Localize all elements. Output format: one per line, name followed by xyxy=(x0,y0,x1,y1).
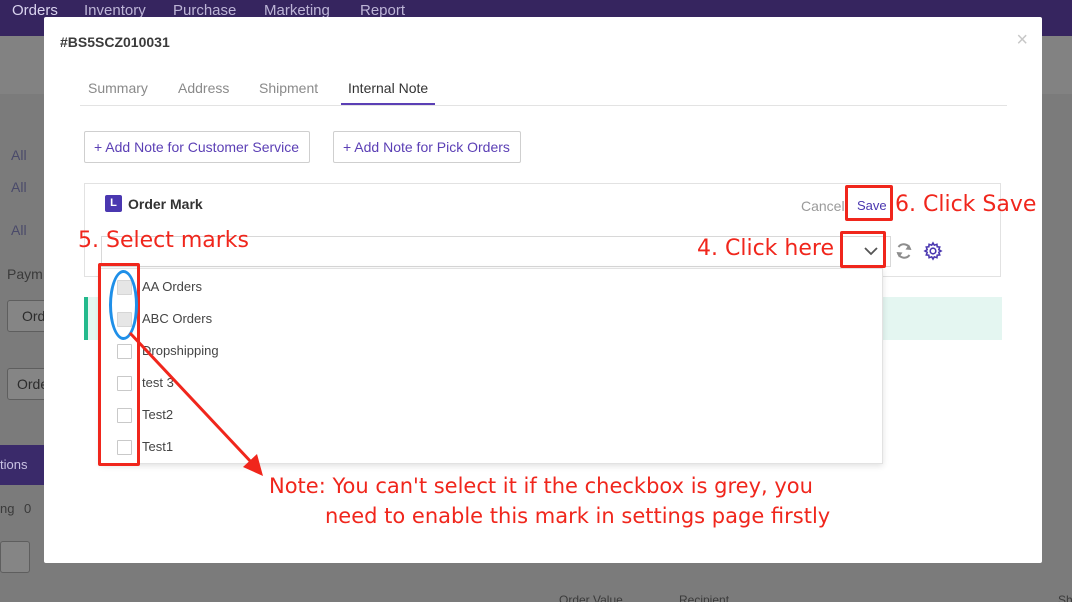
mark-option-test2[interactable]: Test2 xyxy=(101,399,881,431)
mark-option-label: test 3 xyxy=(142,375,174,390)
column-shipping: Sh xyxy=(1058,593,1072,602)
highlight-chevron xyxy=(840,231,886,268)
column-order-value: Order Value xyxy=(559,593,623,602)
background-select[interactable] xyxy=(0,541,30,573)
background-select-value: Ord xyxy=(22,308,46,324)
actions-label: tions xyxy=(0,457,28,472)
order-mark-title: Order Mark xyxy=(128,196,203,212)
gear-icon[interactable] xyxy=(923,241,943,261)
annotation-step-5: 5. Select marks xyxy=(78,228,250,253)
mark-option-aa-orders[interactable]: AA Orders xyxy=(101,271,881,303)
highlight-grey-checkboxes xyxy=(109,270,138,340)
tab-internal-note[interactable]: Internal Note xyxy=(348,80,428,96)
filter-all[interactable]: All xyxy=(11,222,27,238)
cancel-button[interactable]: Cancel xyxy=(801,198,845,214)
mark-option-dropshipping[interactable]: Dropshipping xyxy=(101,335,881,367)
order-number: #BS5SCZ010031 xyxy=(60,34,170,50)
filter-all[interactable]: All xyxy=(11,147,27,163)
annotation-step-4: 4. Click here xyxy=(697,236,834,261)
actions-button[interactable]: tions xyxy=(0,445,45,485)
close-icon[interactable]: × xyxy=(1016,29,1028,52)
highlight-save-button xyxy=(845,185,893,221)
background-select[interactable]: Orde xyxy=(7,368,48,400)
order-mark-dropdown: AA Orders ABC Orders Dropshipping test 3… xyxy=(100,268,883,464)
mark-option-label: ABC Orders xyxy=(142,311,213,326)
mark-option-label: Test1 xyxy=(142,439,174,454)
refresh-icon[interactable] xyxy=(894,241,914,261)
active-tab-indicator xyxy=(341,103,435,105)
annotation-note-line: need to enable this mark in settings pag… xyxy=(325,504,831,528)
column-recipient: Recipient xyxy=(679,593,730,602)
modal-tabs: Summary Address Shipment Internal Note xyxy=(80,73,1007,106)
annotation-note-line: Note: You can't select it if the checkbo… xyxy=(269,474,813,498)
background-select[interactable]: Ord xyxy=(7,300,47,332)
order-mark-logo: L xyxy=(105,195,122,212)
mark-option-label: Dropshipping xyxy=(142,343,219,358)
mark-option-test-3[interactable]: test 3 xyxy=(101,367,881,399)
mark-option-test1[interactable]: Test1 xyxy=(101,431,881,463)
filter-all[interactable]: All xyxy=(11,179,27,195)
add-note-customer-service-button[interactable]: + Add Note for Customer Service xyxy=(84,131,310,163)
paging-count: 0 xyxy=(24,501,32,516)
annotation-note: Note: You can't select it if the checkbo… xyxy=(269,471,830,531)
tab-address[interactable]: Address xyxy=(178,80,229,96)
payment-label: Paym xyxy=(7,266,43,282)
annotation-step-6: 6. Click Save xyxy=(895,192,1037,217)
add-note-pick-orders-button[interactable]: + Add Note for Pick Orders xyxy=(333,131,521,163)
mark-option-label: Test2 xyxy=(142,407,174,422)
mark-option-abc-orders[interactable]: ABC Orders xyxy=(101,303,881,335)
tab-shipment[interactable]: Shipment xyxy=(259,80,318,96)
mark-option-label: AA Orders xyxy=(142,279,202,294)
tab-summary[interactable]: Summary xyxy=(88,80,148,96)
paging-label: ng xyxy=(0,501,15,516)
